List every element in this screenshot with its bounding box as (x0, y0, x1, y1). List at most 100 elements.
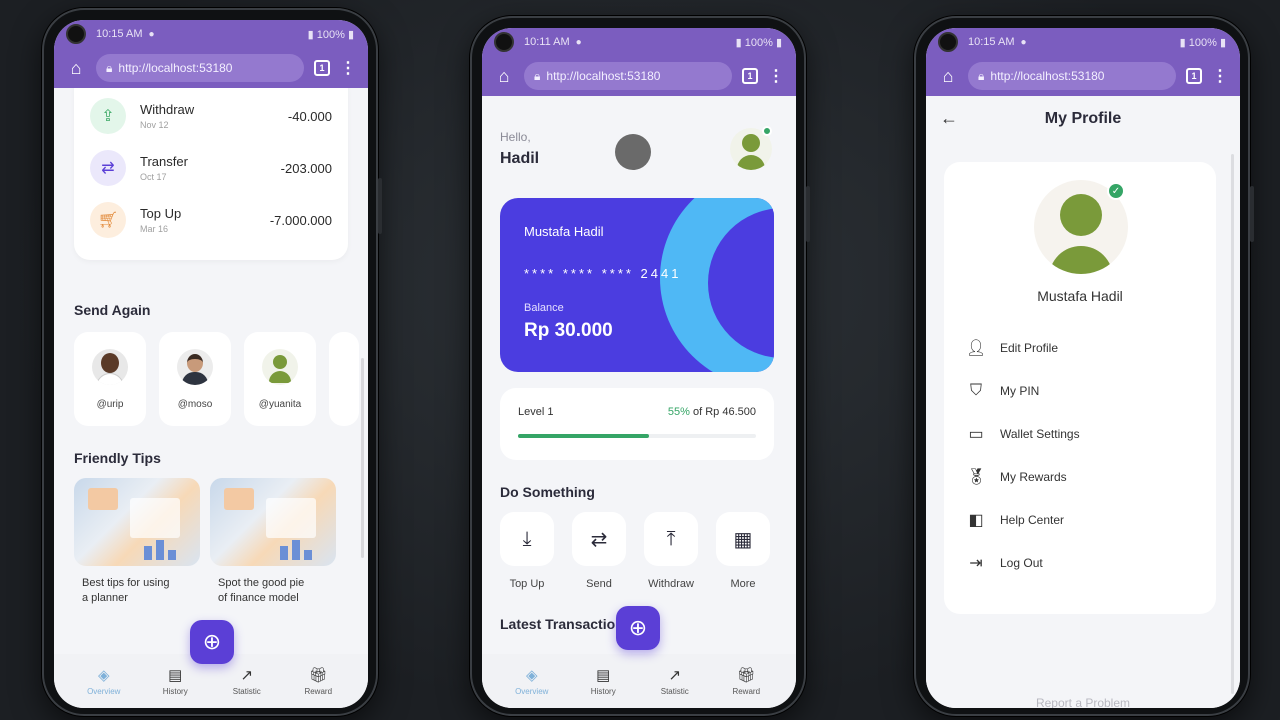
add-fab-button[interactable]: ⊕ (190, 620, 234, 664)
status-battery: ▮ 100% ▮ (1179, 36, 1226, 49)
contact-name: @moso (177, 398, 213, 410)
add-fab-button[interactable]: ⊕ (616, 606, 660, 650)
level-label: Level 1 (518, 406, 554, 418)
home-icon[interactable]: ⌂ (66, 58, 86, 79)
url-text: http://localhost:53180 (118, 61, 233, 75)
scrollbar[interactable] (361, 358, 364, 558)
transaction-row[interactable]: ⇄ Transfer Oct 17 -203.000 (74, 142, 348, 194)
withdraw-action[interactable]: ⤒ Withdraw (644, 512, 698, 590)
scrollbar[interactable] (1231, 154, 1234, 694)
app-content: ⇪ Withdraw Nov 12 -40.000 ⇄ Transfer Oct 1… (54, 88, 368, 708)
menu-log-out[interactable]: ⇥ Log Out (944, 541, 1216, 584)
battery-text: 100% (316, 28, 345, 41)
nav-label: Statistic (660, 687, 689, 696)
signal-icon: ▮ (735, 36, 745, 49)
home-icon[interactable]: ⌂ (938, 66, 958, 87)
nav-label: Overview (87, 687, 121, 696)
upload-icon: ⤒ (644, 512, 698, 566)
browser-menu-icon[interactable]: ⋮ (1212, 66, 1228, 86)
tip-card[interactable]: Best tips for using a planner (74, 478, 200, 606)
url-field[interactable]: 🔒︎ http://localhost:53180 (524, 62, 732, 90)
nav-label: Reward (732, 687, 761, 696)
transaction-row[interactable]: ⇪ Withdraw Nov 12 -40.000 (74, 90, 348, 142)
menu-label: My PIN (1000, 383, 1040, 398)
nav-statistic[interactable]: ↗ Statistic (221, 666, 273, 696)
menu-wallet-settings[interactable]: ▭ Wallet Settings (944, 412, 1216, 455)
card-number: **** **** **** 2441 (524, 266, 682, 281)
nav-statistic[interactable]: ↗ Statistic (649, 666, 701, 696)
do-something-title: Do Something (500, 484, 595, 500)
send-action[interactable]: ⇄ Send (572, 512, 626, 590)
profile-name: Mustafa Hadil (1037, 288, 1123, 304)
send-again-contact[interactable]: @yuanita (244, 332, 316, 426)
document-icon: ▤ (596, 667, 611, 684)
online-badge (762, 126, 772, 136)
battery-text: 100% (1188, 36, 1217, 49)
profile-menu: 👤︎ Edit Profile ⛉ My PIN ▭ Wallet Settings … (944, 326, 1216, 584)
status-bar: 10:11 AM ● ▮ 100% ▮ (482, 28, 796, 56)
browser-url-bar: ⌂ 🔒︎ http://localhost:53180 1 ⋮ (926, 56, 1240, 96)
notification-icon: ● (1020, 36, 1027, 48)
app-content: ← My Profile ✓ Mustafa Hadil 👤︎ Edit Prof… (926, 96, 1240, 708)
front-camera (494, 32, 514, 52)
trend-icon: ↗ (668, 667, 682, 684)
menu-edit-profile[interactable]: 👤︎ Edit Profile (944, 326, 1216, 369)
tab-count-button[interactable]: 1 (1186, 68, 1202, 84)
send-again-contact[interactable]: @urip (74, 332, 146, 426)
report-problem-link[interactable]: Report a Problem (926, 696, 1240, 708)
menu-label: Wallet Settings (1000, 426, 1080, 441)
transaction-title: Transfer (140, 154, 188, 169)
menu-help-center[interactable]: ◧ Help Center (944, 498, 1216, 541)
nav-reward[interactable]: 🎁︎ Reward (292, 666, 344, 696)
browser-menu-icon[interactable]: ⋮ (340, 58, 356, 78)
nav-history[interactable]: ▤ History (149, 666, 201, 696)
cart-icon: 🛒︎ (90, 202, 126, 238)
send-again-contact-partial[interactable] (329, 332, 359, 426)
url-field[interactable]: 🔒︎ http://localhost:53180 (968, 62, 1176, 90)
lock-icon: 🔒︎ (106, 60, 113, 75)
action-label: Send (586, 578, 612, 590)
nav-reward[interactable]: 🎁︎ Reward (720, 666, 772, 696)
nav-overview[interactable]: ◈ Overview (78, 666, 130, 696)
nav-history[interactable]: ▤ History (577, 666, 629, 696)
screen: 10:15 AM ● ▮ 100% ▮ ⌂ 🔒︎ http://localhos… (54, 20, 368, 708)
browser-menu-icon[interactable]: ⋮ (768, 66, 784, 86)
more-action[interactable]: ▦ More (716, 512, 770, 590)
balance-card[interactable]: Mustafa Hadil **** **** **** 2441 Balanc… (500, 198, 774, 372)
signal-icon: ▮ (1179, 36, 1189, 49)
tip-text-line: Spot the good pie (218, 577, 305, 589)
tips-list: Best tips for using a planner Spot the go… (74, 478, 336, 606)
home-icon[interactable]: ⌂ (494, 66, 514, 87)
action-label: More (730, 578, 756, 590)
menu-my-rewards[interactable]: 🏅︎ My Rewards (944, 455, 1216, 498)
top-up-action[interactable]: ⤓ Top Up (500, 512, 554, 590)
menu-label: Log Out (1000, 555, 1043, 570)
status-bar: 10:15 AM ● ▮ 100% ▮ (926, 28, 1240, 56)
level-target: of Rp 46.500 (693, 406, 756, 418)
url-field[interactable]: 🔒︎ http://localhost:53180 (96, 54, 304, 82)
medal-icon: 🏅︎ (966, 468, 987, 486)
avatar (92, 348, 128, 385)
level-progress-track (518, 434, 756, 438)
phone-side-button (378, 178, 382, 234)
download-icon: ⤓ (500, 512, 554, 566)
tab-count-button[interactable]: 1 (742, 68, 758, 84)
action-label: Top Up (509, 578, 545, 590)
tab-count-button[interactable]: 1 (314, 60, 330, 76)
menu-my-pin[interactable]: ⛉ My PIN (944, 369, 1216, 412)
transaction-row[interactable]: 🛒︎ Top Up Mar 16 -7.000.000 (74, 194, 348, 246)
send-again-contact[interactable]: @moso (159, 332, 231, 426)
front-camera (66, 24, 86, 44)
lock-icon: 🔒︎ (978, 68, 985, 83)
verified-check-icon: ✓ (1107, 182, 1125, 200)
latest-transactions-title: Latest Transactions (500, 616, 632, 632)
app-content: Hello, Hadil Mustafa Hadil **** **** ***… (482, 96, 796, 708)
tip-card[interactable]: Spot the good pie of finance model (210, 478, 336, 606)
nav-overview[interactable]: ◈ Overview (506, 666, 558, 696)
battery-text: 100% (744, 36, 773, 49)
balance-label: Balance (524, 302, 564, 314)
transfer-icon: ⇄ (90, 150, 126, 186)
url-text: http://localhost:53180 (990, 69, 1105, 83)
notification-icon: ● (148, 28, 155, 40)
nav-label: Statistic (232, 687, 261, 696)
